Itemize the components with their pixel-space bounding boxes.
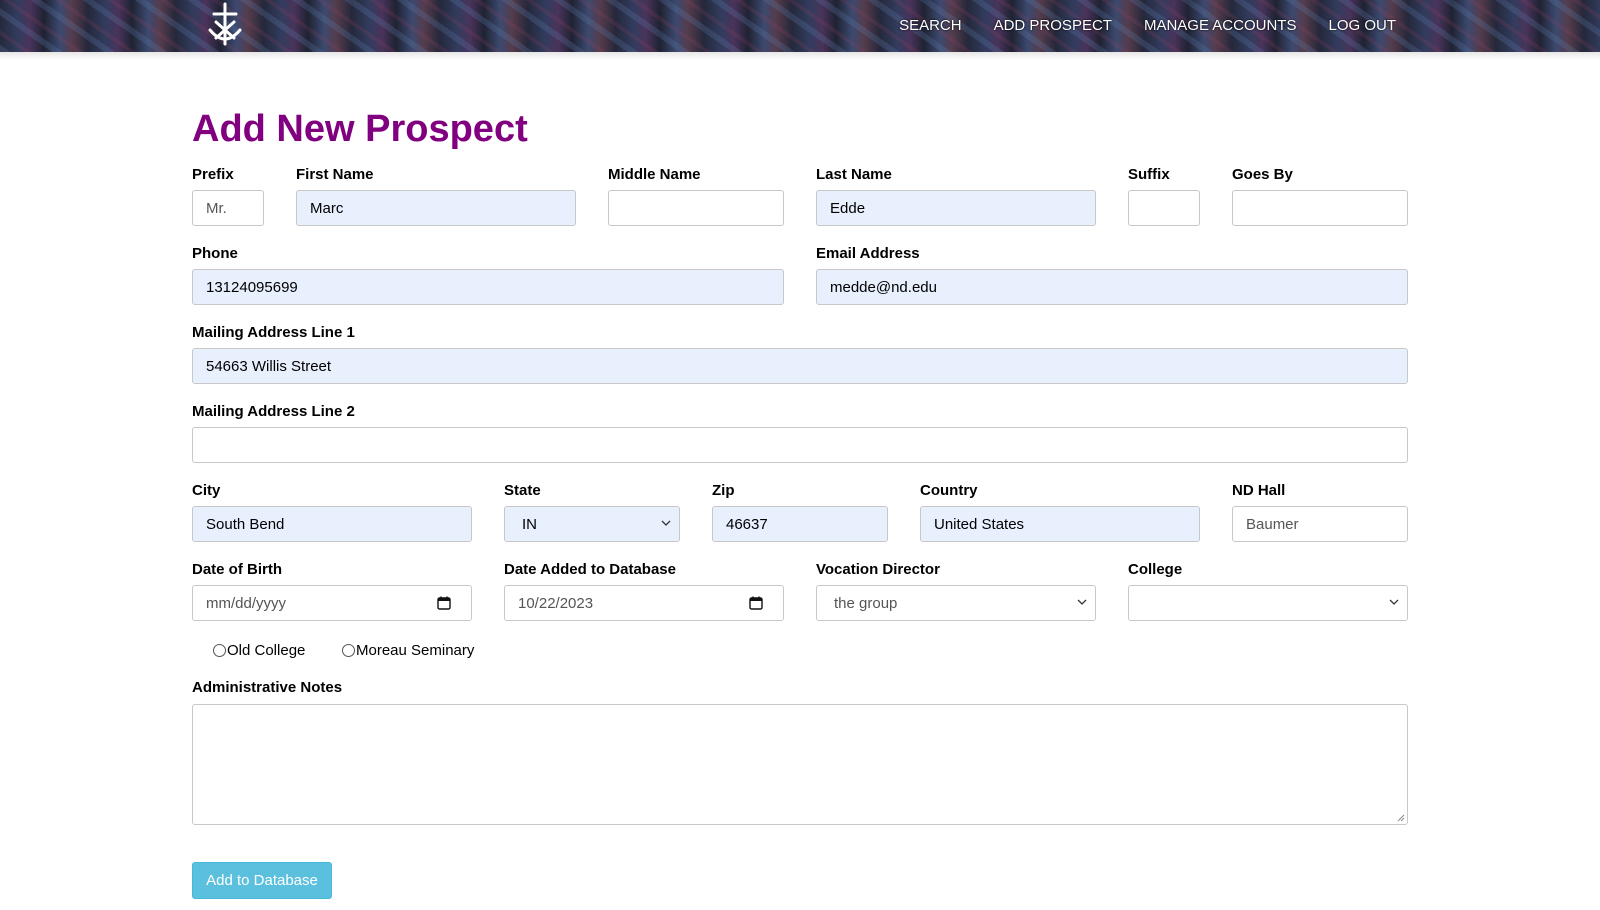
calendar-icon[interactable]	[749, 596, 763, 610]
chevron-down-icon	[661, 520, 671, 526]
notes-textarea[interactable]	[192, 704, 1408, 825]
state-select[interactable]: IN	[504, 506, 680, 542]
city-input[interactable]: South Bend	[192, 506, 472, 542]
date-added-input[interactable]: 10/22/2023	[504, 585, 784, 621]
zip-label: Zip	[712, 482, 735, 499]
address2-input[interactable]	[192, 427, 1408, 463]
college-label: College	[1128, 561, 1183, 578]
radio-circle[interactable]	[213, 644, 226, 657]
vocation-director-value: the group	[834, 594, 898, 612]
suffix-input[interactable]	[1128, 190, 1200, 226]
first-name-input[interactable]: Marc	[296, 190, 576, 226]
vocation-director-select[interactable]: the group	[816, 585, 1096, 621]
add-to-database-button[interactable]: Add to Database	[192, 862, 332, 899]
notes-label: Administrative Notes	[192, 679, 343, 696]
page-title: Add New Prospect	[192, 108, 528, 150]
chevron-down-icon	[1077, 599, 1087, 605]
first-name-label: First Name	[296, 166, 374, 183]
nav-manage-accounts[interactable]: MANAGE ACCOUNTS	[1144, 17, 1297, 34]
nav-search[interactable]: SEARCH	[899, 17, 962, 34]
zip-input[interactable]: 46637	[712, 506, 888, 542]
country-input[interactable]: United States	[920, 506, 1200, 542]
goes-by-input[interactable]	[1232, 190, 1408, 226]
chevron-down-icon	[1389, 599, 1399, 605]
middle-name-label: Middle Name	[608, 166, 701, 183]
calendar-icon[interactable]	[437, 596, 451, 610]
dob-value: mm/dd/yyyy	[206, 594, 287, 612]
city-label: City	[192, 482, 221, 499]
dob-label: Date of Birth	[192, 561, 282, 578]
last-name-label: Last Name	[816, 166, 892, 183]
dob-input[interactable]: mm/dd/yyyy	[192, 585, 472, 621]
suffix-label: Suffix	[1128, 166, 1170, 183]
nd-hall-input[interactable]: Baumer	[1232, 506, 1408, 542]
address1-label: Mailing Address Line 1	[192, 324, 355, 341]
cross-anchor-icon[interactable]	[202, 2, 248, 48]
state-value: IN	[522, 515, 537, 533]
date-added-value: 10/22/2023	[518, 594, 594, 612]
state-label: State	[504, 482, 541, 499]
main-nav: SEARCH ADD PROSPECT MANAGE ACCOUNTS LOG …	[899, 17, 1396, 34]
goes-by-label: Goes By	[1232, 166, 1293, 183]
phone-label: Phone	[192, 245, 238, 262]
prefix-input[interactable]: Mr.	[192, 190, 264, 226]
nav-add-prospect[interactable]: ADD PROSPECT	[994, 17, 1112, 34]
phone-input[interactable]: 13124095699	[192, 269, 784, 305]
date-added-label: Date Added to Database	[504, 561, 676, 578]
nd-hall-label: ND Hall	[1232, 482, 1286, 499]
college-select[interactable]	[1128, 585, 1408, 621]
radio-moreau-seminary-label: Moreau Seminary	[356, 642, 475, 659]
middle-name-input[interactable]	[608, 190, 784, 226]
address1-input[interactable]: 54663 Willis Street	[192, 348, 1408, 384]
radio-old-college[interactable]: Old College	[213, 642, 305, 659]
country-label: Country	[920, 482, 978, 499]
radio-moreau-seminary[interactable]: Moreau Seminary	[342, 642, 474, 659]
resize-handle-icon[interactable]	[1397, 814, 1405, 822]
email-input[interactable]: medde@nd.edu	[816, 269, 1408, 305]
prefix-label: Prefix	[192, 166, 234, 183]
radio-circle[interactable]	[342, 644, 355, 657]
nav-log-out[interactable]: LOG OUT	[1328, 17, 1396, 34]
vocation-director-label: Vocation Director	[816, 561, 940, 578]
radio-old-college-label: Old College	[227, 642, 306, 659]
last-name-input[interactable]: Edde	[816, 190, 1096, 226]
address2-label: Mailing Address Line 2	[192, 403, 355, 420]
email-label: Email Address	[816, 245, 920, 262]
header-bar: SEARCH ADD PROSPECT MANAGE ACCOUNTS LOG …	[0, 0, 1600, 52]
